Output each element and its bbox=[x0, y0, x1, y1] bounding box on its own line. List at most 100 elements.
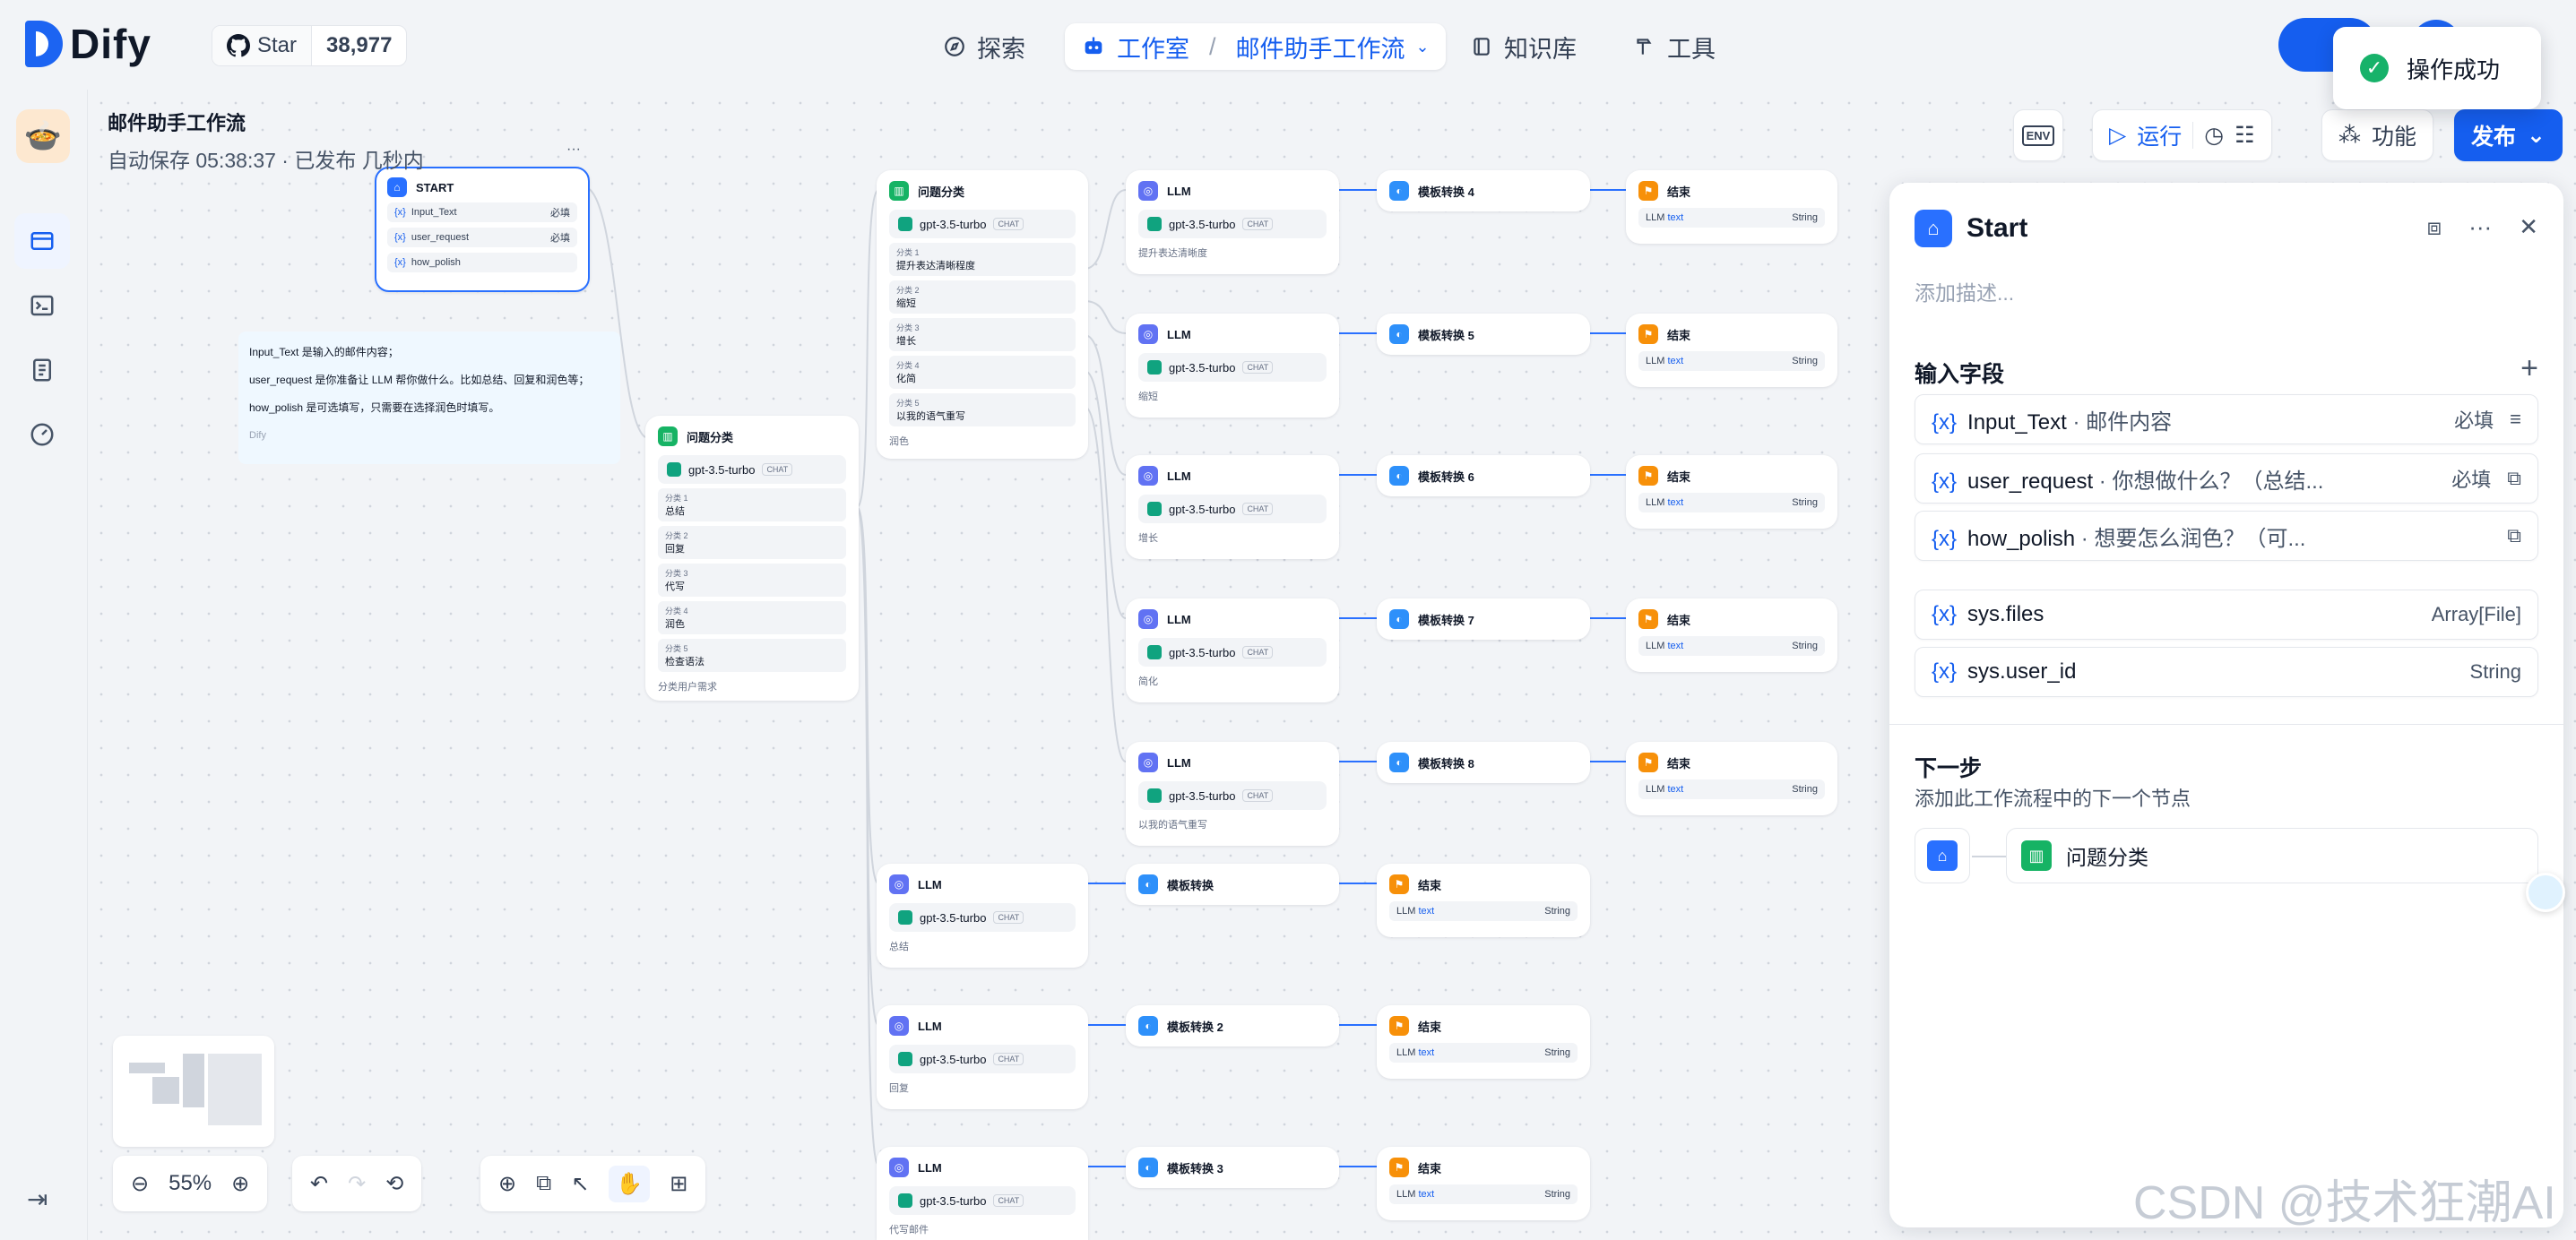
add-node-icon[interactable]: ⊕ bbox=[498, 1171, 516, 1197]
model-name: gpt-3.5-turbo bbox=[1169, 788, 1236, 803]
question-classifier-node[interactable]: ▥ 问题分类 gpt-3.5-turbo CHAT 分类 1 提升表达清晰程度 分类 … bbox=[877, 170, 1088, 459]
node-more-icon[interactable]: ··· bbox=[566, 142, 581, 158]
class-key: 分类 3 bbox=[665, 569, 688, 578]
class-row: 分类 1 总结 bbox=[658, 488, 846, 521]
output-var: text bbox=[1418, 1189, 1435, 1200]
add-note-icon[interactable]: ⧉ bbox=[536, 1171, 551, 1196]
input-field-row[interactable]: {x} how_polish · 想要怎么润色？（可... ⧉ bbox=[1915, 511, 2538, 561]
template-node[interactable]: ◐ 模板转换 4 bbox=[1377, 170, 1590, 211]
end-output-row: LLM text String bbox=[1389, 1043, 1578, 1063]
template-node[interactable]: ◐ 模板转换 3 bbox=[1126, 1147, 1339, 1188]
llm-node[interactable]: ◎ LLM gpt-3.5-turbo CHAT 缩短 bbox=[1126, 314, 1339, 418]
model-name: gpt-3.5-turbo bbox=[1169, 645, 1236, 659]
zoom-out-icon[interactable]: ⊖ bbox=[131, 1171, 149, 1197]
panel-title[interactable]: Start bbox=[1967, 213, 2027, 244]
success-toast: ✓ 操作成功 bbox=[2333, 27, 2541, 109]
undo-icon[interactable]: ↶ bbox=[310, 1171, 328, 1197]
note-line: user_request 是你准备让 LLM 帮你做什么。比如总结、回复和润色等… bbox=[249, 374, 590, 387]
template-node[interactable]: ◐ 模板转换 6 bbox=[1377, 455, 1590, 496]
redo-icon[interactable]: ↷ bbox=[348, 1171, 366, 1197]
classifier-icon: ▥ bbox=[889, 181, 909, 201]
book-open-icon[interactable]: ⧈ bbox=[2427, 213, 2442, 242]
output-type: String bbox=[1544, 906, 1570, 917]
input-field-row[interactable]: {x} Input_Text · 邮件内容 必填 ≡ bbox=[1915, 394, 2538, 444]
end-node[interactable]: ⚑ 结束 LLM text String bbox=[1626, 314, 1837, 387]
end-node[interactable]: ⚑ 结束 LLM text String bbox=[1626, 170, 1837, 244]
class-key: 分类 1 bbox=[665, 494, 688, 503]
start-node[interactable]: ⌂ START {x} Input_Text 必填 {x} user_request 必填… bbox=[375, 167, 590, 292]
play-icon[interactable]: ▷ bbox=[2109, 122, 2126, 149]
chat-assistant-button[interactable] bbox=[2526, 873, 2565, 912]
node-title: 结束 bbox=[1667, 328, 1691, 342]
version-history-icon[interactable]: ⟲ bbox=[385, 1171, 403, 1197]
model-row: gpt-3.5-turbo CHAT bbox=[889, 210, 1076, 238]
history-icon[interactable]: ◷ bbox=[2204, 122, 2224, 149]
run-toolbar: ▷ 运行 ◷ ☷ bbox=[2092, 109, 2272, 161]
features-button[interactable]: ⁂ 功能 bbox=[2321, 109, 2434, 161]
openai-icon bbox=[1147, 502, 1162, 516]
llm-node[interactable]: ◎ LLM gpt-3.5-turbo CHAT 回复 bbox=[877, 1005, 1088, 1109]
model-name: gpt-3.5-turbo bbox=[920, 217, 987, 231]
zoom-level[interactable]: 55% bbox=[169, 1171, 212, 1196]
llm-node[interactable]: ◎ LLM gpt-3.5-turbo CHAT 代写邮件 bbox=[877, 1147, 1088, 1240]
llm-node[interactable]: ◎ LLM gpt-3.5-turbo CHAT 以我的语气重写 bbox=[1126, 742, 1339, 846]
class-value: 总结 bbox=[665, 506, 685, 517]
note-author: Dify bbox=[249, 429, 266, 441]
field-name: how_polish bbox=[1967, 526, 2076, 551]
node-description: 总结 bbox=[889, 942, 909, 952]
end-node[interactable]: ⚑ 结束 LLM text String bbox=[1626, 455, 1837, 529]
end-node[interactable]: ⚑ 结束 LLM text String bbox=[1377, 1147, 1590, 1220]
zoom-in-icon[interactable]: ⊕ bbox=[231, 1171, 249, 1197]
note-line: Input_Text 是输入的邮件内容； bbox=[249, 346, 399, 358]
end-node[interactable]: ⚑ 结束 LLM text String bbox=[1377, 1005, 1590, 1079]
zoom-controls: ⊖ 55% ⊕ bbox=[113, 1156, 268, 1211]
model-row: gpt-3.5-turbo CHAT bbox=[1138, 638, 1327, 667]
output-var: text bbox=[1667, 497, 1684, 508]
note-card[interactable]: Input_Text 是输入的邮件内容； user_request 是你准备让 … bbox=[238, 332, 620, 464]
model-row: gpt-3.5-turbo CHAT bbox=[889, 1186, 1076, 1215]
node-title: LLM bbox=[1167, 612, 1191, 626]
hand-icon[interactable]: ✋ bbox=[609, 1165, 651, 1202]
template-node[interactable]: ◐ 模板转换 7 bbox=[1377, 598, 1590, 640]
chat-badge: CHAT bbox=[1242, 503, 1274, 515]
template-node[interactable]: ◐ 模板转换 8 bbox=[1377, 742, 1590, 783]
class-key: 分类 4 bbox=[896, 361, 920, 370]
node-title: 模板转换 4 bbox=[1418, 185, 1474, 199]
end-node[interactable]: ⚑ 结束 LLM text String bbox=[1626, 742, 1837, 815]
minimap[interactable] bbox=[113, 1036, 274, 1147]
organize-icon[interactable]: ⊞ bbox=[670, 1171, 687, 1197]
node-description: 以我的语气重写 bbox=[1138, 820, 1207, 831]
workflow-status: 自动保存 05:38:37 · 已发布 几秒内 bbox=[108, 149, 424, 172]
template-node[interactable]: ◐ 模板转换 bbox=[1126, 864, 1339, 905]
end-node[interactable]: ⚑ 结束 LLM text String bbox=[1377, 864, 1590, 937]
text-type-icon: ≡ bbox=[2510, 408, 2521, 430]
checklist-icon[interactable]: ☷ bbox=[2235, 122, 2254, 149]
next-node-item[interactable]: ▥ 问题分类 bbox=[2006, 828, 2538, 883]
more-icon[interactable]: ··· bbox=[2468, 213, 2492, 242]
env-button[interactable]: ENV bbox=[2013, 109, 2063, 161]
input-field-row[interactable]: {x} user_request · 你想做什么？（总结... 必填 ⧉ bbox=[1915, 453, 2538, 504]
question-classifier-node[interactable]: ▥ 问题分类 gpt-3.5-turbo CHAT 分类 1 总结 分类 2 回复 分类… bbox=[645, 416, 859, 701]
divider bbox=[1889, 724, 2563, 725]
template-node[interactable]: ◐ 模板转换 2 bbox=[1126, 1005, 1339, 1046]
add-field-icon[interactable]: + bbox=[2520, 351, 2538, 386]
llm-node[interactable]: ◎ LLM gpt-3.5-turbo CHAT 增长 bbox=[1126, 455, 1339, 559]
close-icon[interactable]: ✕ bbox=[2519, 213, 2538, 242]
output-type: String bbox=[1544, 1047, 1570, 1058]
workflow-header: 邮件助手工作流 自动保存 05:38:37 · 已发布 几秒内 bbox=[108, 108, 424, 174]
llm-icon: ◎ bbox=[889, 1016, 909, 1036]
llm-node[interactable]: ◎ LLM gpt-3.5-turbo CHAT 简化 bbox=[1126, 598, 1339, 702]
pointer-icon[interactable]: ↖ bbox=[571, 1171, 589, 1197]
publish-button[interactable]: 发布 ⌄ bbox=[2454, 109, 2563, 161]
run-button[interactable]: 运行 bbox=[2137, 119, 2182, 151]
node-title: LLM bbox=[918, 1160, 942, 1175]
end-node[interactable]: ⚑ 结束 LLM text String bbox=[1626, 598, 1837, 672]
llm-node[interactable]: ◎ LLM gpt-3.5-turbo CHAT 提升表达清晰度 bbox=[1126, 170, 1339, 274]
llm-node[interactable]: ◎ LLM gpt-3.5-turbo CHAT 总结 bbox=[877, 864, 1088, 968]
openai-icon bbox=[1147, 360, 1162, 375]
llm-icon: ◎ bbox=[1138, 181, 1158, 201]
description-input[interactable]: 添加描述... bbox=[1915, 276, 2014, 306]
next-node-label: 问题分类 bbox=[2066, 846, 2148, 869]
openai-icon bbox=[667, 462, 681, 477]
template-node[interactable]: ◐ 模板转换 5 bbox=[1377, 314, 1590, 355]
